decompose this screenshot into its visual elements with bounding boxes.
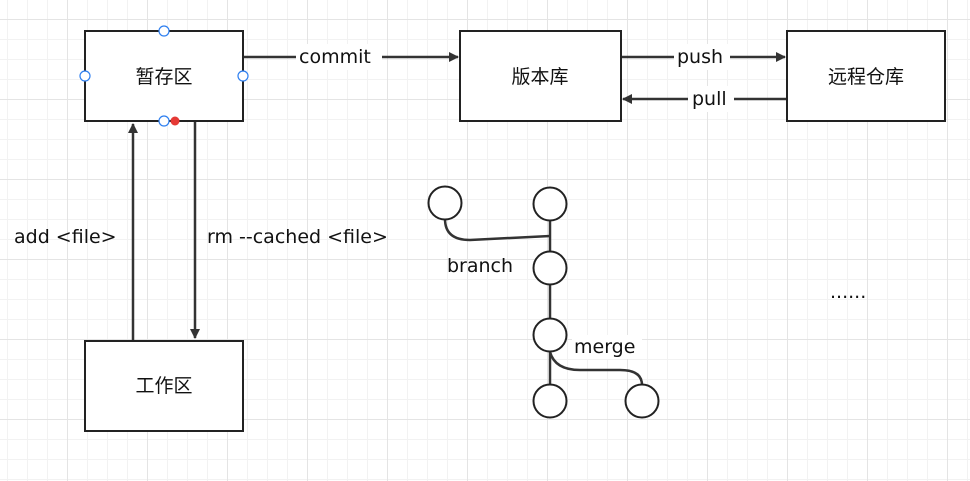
push-label: push	[677, 46, 723, 68]
staging-area-box[interactable]: 暂存区	[84, 30, 244, 122]
repository-label: 版本库	[511, 66, 568, 88]
resize-handle-right[interactable]	[237, 70, 249, 82]
resize-handle-left[interactable]	[79, 70, 91, 82]
working-directory-box[interactable]: 工作区	[84, 340, 244, 432]
commit-node[interactable]	[532, 317, 568, 353]
repository-box[interactable]: 版本库	[459, 30, 622, 122]
resize-handle-bottom[interactable]	[158, 115, 170, 127]
commit-node[interactable]	[532, 383, 568, 419]
working-directory-label: 工作区	[135, 375, 192, 397]
rm-cached-label: rm --cached <file>	[207, 226, 388, 248]
pull-label: pull	[692, 88, 727, 110]
add-label: add <file>	[14, 226, 117, 248]
commit-node[interactable]	[532, 250, 568, 286]
staging-area-label: 暂存区	[135, 66, 192, 88]
resize-handle-top[interactable]	[158, 25, 170, 37]
branch-label: branch	[447, 255, 513, 277]
diagram-canvas: commit push pull add <file> rm --cached …	[14, 25, 946, 432]
merge-label: merge	[574, 336, 635, 358]
connection-point[interactable]	[170, 116, 180, 126]
commit-label: commit	[299, 46, 371, 68]
commit-node[interactable]	[532, 186, 568, 222]
remote-repository-box[interactable]: 远程仓库	[786, 30, 946, 122]
remote-repository-label: 远程仓库	[828, 66, 904, 88]
ellipsis-text: ......	[830, 281, 866, 303]
branch-connector	[443, 218, 551, 242]
commit-node[interactable]	[427, 185, 463, 221]
commit-node[interactable]	[624, 383, 660, 419]
